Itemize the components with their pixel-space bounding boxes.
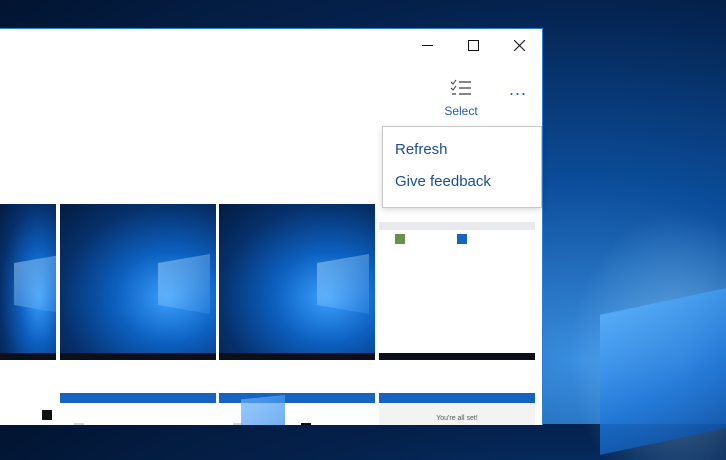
photo-thumbnail[interactable]: [60, 204, 216, 360]
maximize-button[interactable]: [450, 29, 496, 61]
select-label: Select: [444, 104, 478, 118]
minimize-icon: [421, 44, 433, 46]
photo-thumbnail[interactable]: [0, 393, 56, 425]
minimize-button[interactable]: [404, 29, 450, 61]
onedrive-tile-title: You're all set!: [436, 415, 478, 422]
photo-thumbnail[interactable]: [219, 204, 375, 360]
maximize-icon: [467, 39, 479, 51]
menu-item-give-feedback[interactable]: Give feedback: [395, 173, 491, 190]
close-icon: [513, 39, 525, 51]
desktop-windows-logo-pane: [600, 285, 726, 455]
photos-app-window: Select ... You're all set!: [0, 28, 543, 425]
close-button[interactable]: [496, 29, 542, 61]
checklist-icon: [450, 79, 471, 95]
more-options-menu: Refresh Give feedback: [382, 126, 542, 208]
photo-thumbnail[interactable]: [60, 393, 216, 425]
photo-thumbnail[interactable]: [379, 222, 535, 360]
photo-thumbnail[interactable]: You're all set!: [379, 393, 535, 425]
menu-item-refresh[interactable]: Refresh: [395, 141, 448, 158]
photo-thumbnail[interactable]: [0, 204, 56, 360]
photo-thumbnail[interactable]: [219, 393, 375, 425]
select-button[interactable]: Select: [438, 79, 484, 118]
more-options-button[interactable]: ...: [502, 79, 534, 107]
title-bar: [404, 29, 542, 61]
